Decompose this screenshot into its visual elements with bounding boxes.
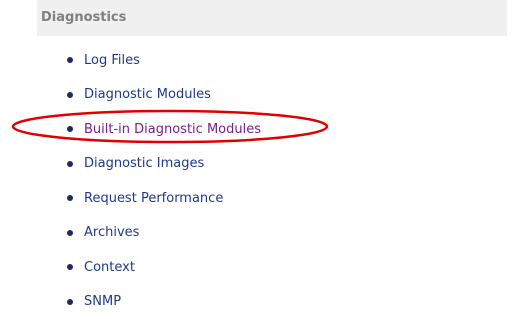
list-item-snmp: SNMP [37,285,261,319]
list-item-diagnostic-modules: Diagnostic Modules [37,78,261,113]
diagnostics-link-list: Log Files Diagnostic Modules Built-in Di… [37,43,261,319]
section-header: Diagnostics [37,0,507,36]
bullet-icon [67,264,73,270]
list-item-archives: Archives [37,216,261,251]
list-item-request-performance: Request Performance [37,181,261,216]
context-link[interactable]: Context [84,260,135,275]
bullet-icon [67,57,73,63]
snmp-link[interactable]: SNMP [84,294,121,309]
bullet-icon [67,230,73,236]
section-title: Diagnostics [41,10,126,25]
list-item-context: Context [37,250,261,285]
bullet-icon [67,161,73,167]
archives-link[interactable]: Archives [84,225,139,240]
built-in-diagnostic-modules-link[interactable]: Built-in Diagnostic Modules [84,122,261,137]
bullet-icon [67,126,73,132]
bullet-icon [67,299,73,305]
diagnostic-modules-link[interactable]: Diagnostic Modules [84,87,211,102]
list-item-diagnostic-images: Diagnostic Images [37,147,261,182]
diagnostic-images-link[interactable]: Diagnostic Images [84,156,204,171]
log-files-link[interactable]: Log Files [84,53,140,68]
list-item-log-files: Log Files [37,43,261,78]
request-performance-link[interactable]: Request Performance [84,191,223,206]
list-item-built-in-diagnostic-modules: Built-in Diagnostic Modules [37,112,261,147]
bullet-icon [67,92,73,98]
diagnostics-panel: Diagnostics Log Files Diagnostic Modules… [37,0,526,316]
bullet-icon [67,195,73,201]
